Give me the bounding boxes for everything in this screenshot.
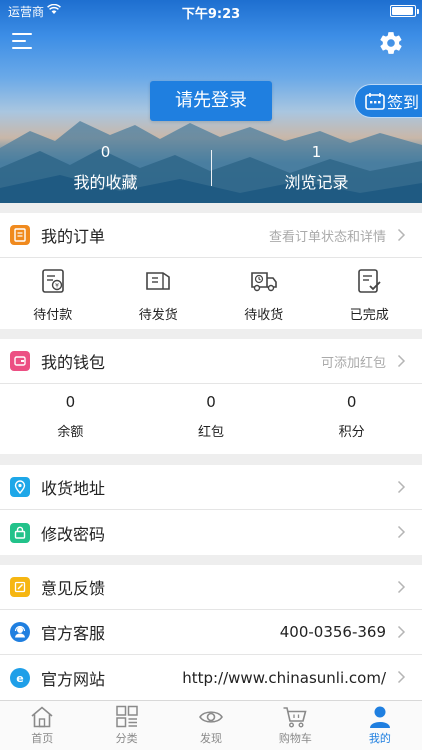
order-pending-payment[interactable]: ¥ 待付款 — [0, 258, 106, 329]
chevron-right-icon — [397, 480, 406, 494]
cart-icon — [283, 707, 307, 728]
order-pending-shipment[interactable]: 待发货 — [106, 258, 212, 329]
lock-icon — [10, 522, 30, 543]
wallet-redpacket-value: 0 — [206, 393, 216, 411]
profile-header: 运营商 下午9:23 请先登录 签到 0 我的收藏 1 浏览记录 — [0, 0, 422, 203]
wallet-row[interactable]: 我的钱包 可添加红包 — [0, 339, 422, 384]
wallet-grid: 0 余额 0 红包 0 积分 — [0, 384, 422, 454]
chevron-right-icon — [397, 354, 406, 368]
orders-row[interactable]: 我的订单 查看订单状态和详情 — [0, 213, 422, 258]
user-icon — [369, 706, 390, 728]
website-title: 官方网站 — [41, 669, 106, 689]
box-icon — [146, 272, 171, 290]
website-url: http://www.chinasunli.com/ — [182, 668, 386, 687]
chevron-right-icon — [397, 580, 406, 594]
wallet-points-label: 积分 — [338, 425, 365, 440]
wallet-balance[interactable]: 0 余额 — [0, 384, 141, 454]
password-row[interactable]: 修改密码 — [0, 510, 422, 555]
favorites-count: 0 — [100, 143, 111, 161]
checklist-icon — [358, 269, 381, 293]
order-pending-payment-label: 待付款 — [33, 308, 73, 323]
order-completed-label: 已完成 — [349, 308, 389, 323]
feedback-row[interactable]: 意见反馈 — [0, 565, 422, 610]
orders-section: 我的订单 查看订单状态和详情 ¥ 待付款 待发货 待收货 已完成 — [0, 213, 422, 329]
customer-service-icon — [10, 622, 30, 642]
calendar-icon — [365, 93, 385, 110]
tab-mine[interactable]: 我的 — [338, 701, 422, 750]
location-pin-icon — [10, 477, 30, 497]
wallet-points[interactable]: 0 积分 — [281, 384, 422, 454]
history-label: 浏览记录 — [284, 173, 349, 192]
feedback-title: 意见反馈 — [41, 579, 106, 598]
wallet-title: 我的钱包 — [41, 353, 106, 372]
chevron-right-icon — [397, 228, 406, 242]
wallet-small-icon — [10, 351, 30, 371]
website-row[interactable]: e 官方网站 http://www.chinasunli.com/ — [0, 655, 422, 700]
svg-text:¥: ¥ — [55, 283, 59, 290]
eye-icon — [199, 711, 223, 723]
order-status-grid: ¥ 待付款 待发货 待收货 已完成 — [0, 258, 422, 329]
battery-icon — [390, 5, 419, 17]
tab-cart-label: 购物车 — [278, 732, 312, 745]
wallet-section: 我的钱包 可添加红包 0 余额 0 红包 0 积分 — [0, 339, 422, 454]
order-pending-shipment-label: 待发货 — [138, 308, 178, 323]
tab-mine-label: 我的 — [368, 732, 391, 745]
signin-button[interactable]: 签到 — [354, 84, 422, 118]
signin-label: 签到 — [387, 93, 420, 112]
tab-category-label: 分类 — [115, 732, 138, 745]
tab-discover-label: 发现 — [200, 732, 223, 745]
history-stat[interactable]: 1 浏览记录 — [211, 143, 422, 193]
orders-title: 我的订单 — [41, 227, 106, 246]
service-title: 官方客服 — [41, 624, 106, 643]
order-list-icon — [10, 225, 30, 245]
tab-category[interactable]: 分类 — [84, 701, 168, 750]
tab-cart[interactable]: 购物车 — [253, 701, 337, 750]
menu-icon[interactable] — [12, 32, 34, 50]
gear-icon[interactable] — [378, 30, 404, 56]
wallet-redpacket-label: 红包 — [198, 425, 225, 440]
orders-hint: 查看订单状态和详情 — [268, 229, 386, 245]
edit-icon — [10, 577, 30, 597]
account-section: 收货地址 修改密码 — [0, 465, 422, 555]
tab-home[interactable]: 首页 — [0, 701, 84, 750]
wallet-hint: 可添加红包 — [320, 355, 386, 371]
address-row[interactable]: 收货地址 — [0, 465, 422, 510]
wallet-balance-label: 余额 — [57, 425, 84, 440]
chevron-right-icon — [397, 670, 406, 684]
order-completed[interactable]: 已完成 — [317, 258, 422, 329]
status-bar: 运营商 下午9:23 — [0, 0, 422, 22]
home-icon — [31, 706, 53, 728]
grid-icon — [115, 705, 138, 728]
truck-icon — [250, 272, 277, 292]
svg-text:e: e — [16, 672, 23, 685]
address-title: 收货地址 — [41, 479, 106, 498]
browser-icon: e — [10, 667, 30, 688]
status-time: 下午9:23 — [181, 7, 241, 22]
order-pending-receipt-label: 待收货 — [244, 308, 284, 323]
tab-discover[interactable]: 发现 — [169, 701, 253, 750]
history-count: 1 — [311, 143, 322, 161]
favorites-label: 我的收藏 — [73, 173, 138, 192]
tab-home-label: 首页 — [31, 732, 54, 745]
tab-bar: 首页 分类 发现 购物车 我的 — [0, 700, 422, 750]
wallet-balance-value: 0 — [65, 393, 76, 411]
order-pending-receipt[interactable]: 待收货 — [211, 258, 317, 329]
support-section: 意见反馈 官方客服 400-0356-369 e 官方网站 http://www… — [0, 565, 422, 700]
wallet-points-value: 0 — [346, 393, 357, 411]
service-phone: 400-0356-369 — [279, 623, 386, 641]
login-button[interactable]: 请先登录 — [150, 81, 272, 121]
wallet-redpacket[interactable]: 0 红包 — [141, 384, 282, 454]
chevron-right-icon — [397, 525, 406, 539]
favorites-stat[interactable]: 0 我的收藏 — [0, 143, 211, 193]
password-title: 修改密码 — [41, 524, 106, 544]
wallet-icon: ¥ — [41, 269, 64, 293]
chevron-right-icon — [397, 625, 406, 639]
service-row[interactable]: 官方客服 400-0356-369 — [0, 610, 422, 655]
